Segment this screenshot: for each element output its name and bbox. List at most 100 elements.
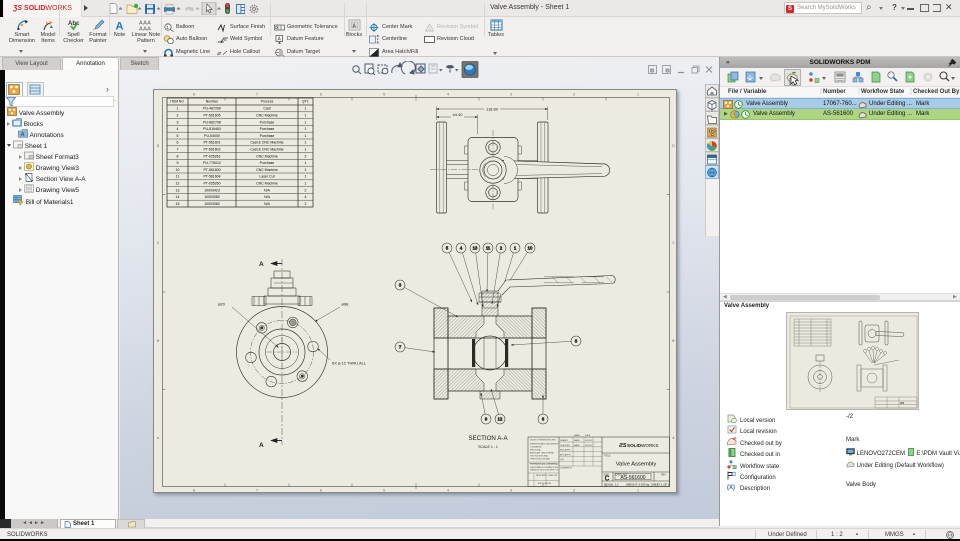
svg-text:Number: Number — [206, 100, 219, 104]
svg-text:B: B — [157, 339, 159, 343]
svg-text:PU-467260: PU-467260 — [203, 107, 221, 111]
svg-text:SCALE 1 : 1: SCALE 1 : 1 — [478, 445, 498, 449]
svg-text:AAA: AAA — [139, 27, 151, 32]
svg-text:118.80: 118.80 — [486, 107, 499, 112]
svg-text:Cast & CNC Machine: Cast & CNC Machine — [250, 148, 283, 152]
svg-text:(X): (X) — [727, 485, 735, 491]
svg-text:1: 1 — [637, 93, 639, 97]
svg-text:7: 7 — [256, 489, 258, 493]
svg-text:NAME: NAME — [574, 434, 580, 437]
svg-text:DIMENSIONS ARE IN MILLIMETERS: DIMENSIONS ARE IN MILLIMETERS — [530, 443, 559, 446]
svg-text:Purchase: Purchase — [260, 120, 275, 124]
svg-text:Process: Process — [261, 100, 274, 104]
svg-text:A: A — [259, 442, 264, 449]
svg-text:1: 1 — [305, 148, 307, 152]
svg-text:12: 12 — [498, 417, 503, 422]
svg-text:ANGULAR: MACH BEND: ANGULAR: MACH BEND — [530, 452, 555, 455]
svg-text:PROPRIETARY AND CONFIDENTIAL: PROPRIETARY AND CONFIDENTIAL — [530, 463, 559, 466]
svg-text:A: A — [115, 21, 123, 32]
svg-text:6: 6 — [177, 141, 179, 145]
svg-text:⌀98: ⌀98 — [342, 302, 350, 307]
svg-text:⌀20: ⌀20 — [218, 302, 226, 307]
svg-text:Purchase: Purchase — [260, 134, 275, 138]
svg-text:1: 1 — [177, 107, 179, 111]
svg-text:44.40: 44.40 — [452, 112, 463, 117]
svg-text:3: 3 — [510, 93, 512, 97]
svg-text:1: 1 — [305, 161, 307, 165]
svg-text:10003382: 10003382 — [204, 202, 220, 206]
svg-text:N/A: N/A — [264, 195, 271, 199]
svg-text:1: 1 — [305, 120, 307, 124]
svg-text:COMMENTS:: COMMENTS: — [560, 468, 573, 470]
svg-text:12: 12 — [176, 182, 180, 186]
svg-text:PU-54000: PU-54000 — [204, 134, 220, 138]
svg-text:11: 11 — [486, 246, 491, 251]
svg-text:2: 2 — [573, 489, 575, 493]
svg-text:N/A: N/A — [264, 202, 271, 206]
svg-text:1: 1 — [305, 107, 307, 111]
svg-text:A: A — [428, 26, 431, 31]
svg-text:DRAWN: DRAWN — [560, 439, 568, 442]
svg-text:PT-025261: PT-025261 — [203, 154, 220, 158]
svg-text:Purchase: Purchase — [260, 161, 275, 165]
svg-text:ƧS: ƧS — [619, 443, 627, 449]
svg-text:C: C — [672, 241, 675, 245]
svg-text:CNC Machine: CNC Machine — [256, 114, 278, 118]
svg-text:B: B — [672, 339, 674, 343]
svg-text:THREE PLACE DECIMAL: THREE PLACE DECIMAL — [530, 458, 551, 461]
svg-text:CNC Machine: CNC Machine — [256, 182, 278, 186]
svg-text:PT-561601: PT-561601 — [203, 141, 220, 145]
svg-text:7: 7 — [177, 148, 179, 152]
svg-text:DATE: DATE — [585, 434, 591, 437]
svg-text:9: 9 — [177, 161, 179, 165]
svg-text:2: 2 — [305, 188, 307, 192]
svg-text:5: 5 — [383, 93, 385, 97]
svg-text:A: A — [672, 436, 675, 440]
svg-text:⌀: ⌀ — [217, 51, 222, 57]
svg-text:MFG APPR.: MFG APPR. — [560, 453, 571, 456]
svg-text:13: 13 — [473, 246, 478, 251]
svg-text:10: 10 — [528, 246, 533, 251]
svg-text:14: 14 — [176, 195, 180, 199]
svg-text:Cast & CNC Machine: Cast & CNC Machine — [250, 141, 283, 145]
svg-text:8: 8 — [193, 489, 195, 493]
svg-text:ƧS: ƧS — [900, 401, 904, 405]
svg-text:ITEM NO.: ITEM NO. — [170, 100, 184, 104]
svg-text:SOLIDWORKS: SOLIDWORKS — [627, 443, 658, 448]
svg-text:Cast: Cast — [263, 107, 270, 111]
svg-text:4: 4 — [447, 93, 449, 97]
svg-text:10: 10 — [176, 168, 180, 172]
svg-text:MARK: MARK — [574, 439, 580, 442]
svg-text:D: D — [157, 144, 160, 148]
svg-text:1: 1 — [305, 182, 307, 186]
svg-text:2: 2 — [573, 93, 575, 97]
svg-text:SHEET 1 OF 1: SHEET 1 OF 1 — [651, 482, 670, 486]
svg-text:TITLE:: TITLE: — [604, 455, 612, 458]
svg-text:PT-561605: PT-561605 — [203, 114, 220, 118]
svg-text:ENG APPR.: ENG APPR. — [560, 449, 571, 452]
svg-text:8: 8 — [193, 93, 195, 97]
svg-text:A: A — [259, 261, 264, 268]
svg-text:MARK: MARK — [574, 444, 580, 447]
svg-text:3: 3 — [177, 120, 179, 124]
svg-text:15: 15 — [176, 202, 180, 206]
svg-text:CHECKED: CHECKED — [560, 445, 570, 447]
svg-text:6X ⌀ 12 THRU ALL: 6X ⌀ 12 THRU ALL — [332, 361, 367, 366]
svg-text:1: 1 — [305, 175, 307, 179]
svg-text:2: 2 — [177, 114, 179, 118]
svg-text:1: 1 — [305, 168, 307, 172]
svg-text:PU-775012: PU-775012 — [203, 161, 221, 165]
svg-text:PT-561602: PT-561602 — [203, 148, 220, 152]
svg-text:4: 4 — [447, 489, 449, 493]
svg-text:PT-561604: PT-561604 — [203, 175, 220, 179]
svg-text:Abc: Abc — [68, 21, 80, 27]
svg-text:UNLESS OTHERWISE SPECIFIED:: UNLESS OTHERWISE SPECIFIED: — [530, 440, 556, 442]
svg-text:AS-561600: AS-561600 — [620, 475, 645, 481]
svg-text:TWO PLACE DECIMAL: TWO PLACE DECIMAL — [530, 455, 549, 458]
svg-text:4: 4 — [177, 127, 179, 131]
svg-text:PT-561600: PT-561600 — [203, 168, 220, 172]
svg-text:QTY.: QTY. — [302, 100, 309, 104]
svg-text:APPLICATION: APPLICATION — [538, 482, 552, 485]
svg-text:CNC Machine: CNC Machine — [256, 154, 278, 158]
svg-text:Purchase: Purchase — [260, 127, 275, 131]
